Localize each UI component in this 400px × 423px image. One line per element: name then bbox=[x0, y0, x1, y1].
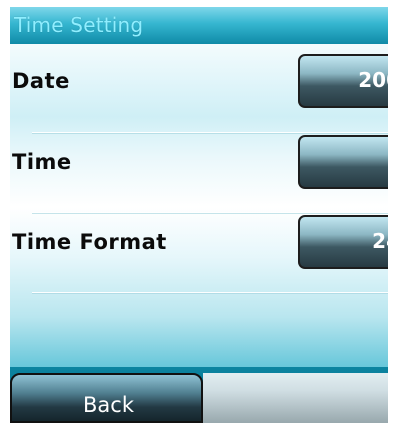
title-bar: Time Setting bbox=[10, 7, 388, 44]
time-format-label: Time Format bbox=[12, 230, 167, 254]
date-label: Date bbox=[12, 69, 70, 93]
right-softkey[interactable] bbox=[203, 373, 388, 423]
time-value: 1 bbox=[386, 149, 388, 173]
setting-row-date: Date 200 bbox=[10, 44, 388, 122]
page-title: Time Setting bbox=[14, 13, 144, 37]
back-button[interactable]: Back bbox=[10, 373, 203, 423]
time-value-button[interactable]: 1 bbox=[298, 135, 388, 189]
back-button-label: Back bbox=[83, 393, 134, 417]
setting-row-time: Time 1 bbox=[10, 125, 388, 203]
date-value: 200 bbox=[358, 68, 388, 92]
time-format-value-button[interactable]: 24 bbox=[298, 215, 388, 269]
row-divider bbox=[32, 292, 388, 293]
setting-row-time-format: Time Format 24 bbox=[10, 205, 388, 283]
time-format-value: 24 bbox=[372, 229, 388, 253]
time-label: Time bbox=[12, 150, 72, 174]
date-value-button[interactable]: 200 bbox=[298, 54, 388, 108]
time-setting-screen: Time Setting Date 200 Time 1 Time Format… bbox=[10, 7, 388, 423]
